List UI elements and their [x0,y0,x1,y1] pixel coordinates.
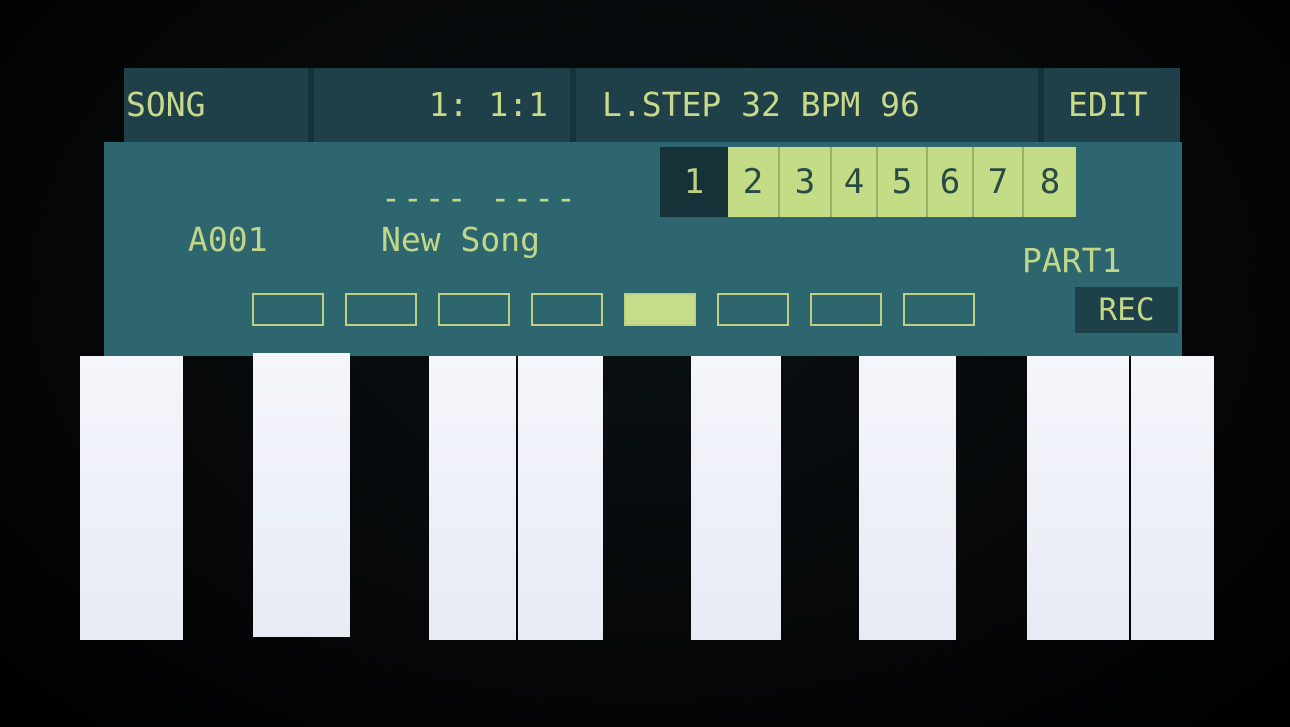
part-button-3[interactable]: 3 [780,147,832,217]
top-bar: SONG 1: 1:1 L.STEP 32 BPM 96 EDIT [124,68,1180,142]
pattern-slot-3[interactable] [438,293,510,326]
part-button-5[interactable]: 5 [878,147,928,217]
part-button-1[interactable]: 1 [660,147,728,217]
white-key[interactable] [518,356,603,640]
edit-button[interactable]: EDIT [1044,68,1180,142]
white-key[interactable] [80,356,183,640]
rec-button[interactable]: REC [1075,287,1178,333]
part-button-4[interactable]: 4 [832,147,878,217]
pattern-slot-2[interactable] [345,293,417,326]
edit-label: EDIT [1068,85,1148,124]
pattern-slot-1[interactable] [252,293,324,326]
mode-button[interactable]: SONG [124,68,310,142]
song-name-dashes: ---- ---- [381,178,578,217]
part-label: PART1 [1022,241,1122,280]
white-key[interactable] [253,353,350,637]
white-key[interactable] [691,356,781,640]
pattern-slot-6[interactable] [717,293,789,326]
white-key[interactable] [1131,356,1214,640]
song-position[interactable]: 1: 1:1 [314,68,570,142]
part-button-7[interactable]: 7 [974,147,1024,217]
white-key[interactable] [1027,356,1129,640]
pattern-slot-5[interactable] [624,293,696,326]
step-tempo-display[interactable]: L.STEP 32 BPM 96 [576,68,1038,142]
pattern-slot-8[interactable] [903,293,975,326]
part-button-8[interactable]: 8 [1024,147,1076,217]
song-position-value: 1: 1:1 [428,85,548,124]
pattern-slot-7[interactable] [810,293,882,326]
part-button-2[interactable]: 2 [728,147,780,217]
step-tempo-value: L.STEP 32 BPM 96 [602,85,920,124]
pattern-slot-4[interactable] [531,293,603,326]
white-key[interactable] [429,356,516,640]
part-button-6[interactable]: 6 [928,147,974,217]
song-name[interactable]: New Song [381,222,540,258]
mode-label: SONG [126,85,206,124]
device-screen: SONG 1: 1:1 L.STEP 32 BPM 96 EDIT ---- -… [0,0,1290,727]
song-slot-id: A001 [188,220,268,259]
white-key[interactable] [859,356,956,640]
